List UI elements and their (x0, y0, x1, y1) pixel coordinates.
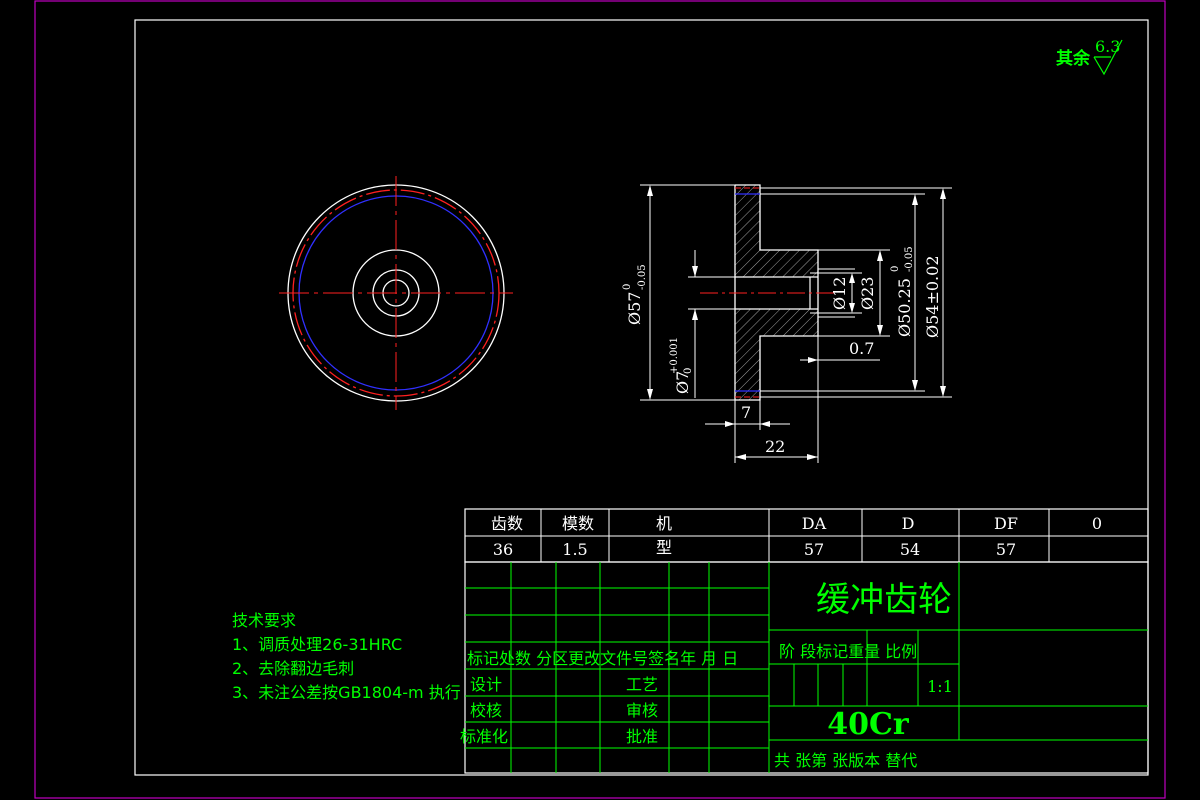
dim-d50-tol-upper: 0 (890, 266, 901, 272)
gear-front-view (279, 176, 513, 410)
dim-d12-text: Ø12 (830, 277, 849, 310)
scale-value: 1:1 (927, 677, 953, 696)
dim-d50-tol-lower: -0.05 (904, 246, 915, 272)
gear-table-header: 0 (1092, 514, 1102, 533)
cad-drawing: 其余 6.3 Ø57 0 -0.05 Ø7 +0.001 0 Ø12 Ø23 Ø… (34, 0, 1166, 799)
gear-table-header: 模数 (562, 514, 594, 533)
material-value: 40Cr (827, 707, 910, 742)
dim-d50-text: Ø50.25 (895, 278, 914, 337)
gear-table-header: 齿数 (491, 514, 523, 533)
gear-table-value: 57 (804, 540, 824, 559)
dim-len7-text: 7 (741, 403, 751, 422)
dim-d23-text: Ø23 (858, 277, 877, 310)
check-label: 校核 (470, 701, 502, 720)
standardize-label: 标准化 (460, 727, 508, 746)
dim-chamfer-text: 0.7 (849, 339, 874, 358)
part-name: 缓冲齿轮 (816, 580, 952, 620)
gear-table-value: 型 (656, 538, 672, 557)
stage-header: 阶 段标记重量 比例 (779, 642, 917, 661)
gear-table-header: DA (802, 514, 827, 533)
revision-header: 标记处数 分区更改文件号签名年 月 日 (467, 649, 738, 668)
roughness-label: 其余 (1056, 48, 1091, 69)
roughness-value: 6.3 (1095, 37, 1120, 56)
roughness-symbol: 其余 6.3 (1056, 37, 1123, 76)
sheet-footer: 共 张第 张版本 替代 (774, 751, 917, 770)
gear-table-header: D (902, 514, 915, 533)
tech-requirement-item: 3、未注公差按GB1804-m 执行 (232, 683, 461, 702)
approve-label: 批准 (626, 727, 658, 746)
dim-d57-tol-upper: 0 (622, 284, 633, 290)
process-label: 工艺 (626, 675, 658, 694)
tech-requirement-item: 2、去除翻边毛刺 (232, 659, 354, 678)
title-block: 缓冲齿轮 标记处数 分区更改文件号签名年 月 日 阶 段标记重量 比例 1:1 … (460, 561, 1149, 774)
gear-parameter-table: 齿数 模数 机 DA D DF 0 36 1.5 型 57 54 57 (464, 508, 1149, 563)
gear-table-value: 54 (900, 540, 920, 559)
gear-table-value: 1.5 (562, 540, 587, 559)
gear-table-header: DF (994, 514, 1018, 533)
tech-requirements: 技术要求 1、调质处理26-31HRC 2、去除翻边毛刺 3、未注公差按GB18… (232, 611, 461, 702)
design-label: 设计 (470, 675, 502, 694)
dim-d57-text: Ø57 (625, 292, 644, 325)
tech-requirement-item: 1、调质处理26-31HRC (232, 635, 402, 654)
dim-d57-tol-lower: -0.05 (637, 264, 648, 290)
gear-table-value: 57 (996, 540, 1016, 559)
tech-requirements-title: 技术要求 (232, 611, 296, 630)
gear-table-header: 机 (656, 514, 672, 533)
dim-d7-tol-lower: 0 (683, 368, 694, 374)
dim-d7-tol-upper: +0.001 (669, 337, 680, 374)
review-label: 审核 (626, 701, 658, 720)
gear-table-value: 36 (493, 540, 513, 559)
dim-d54-text: Ø54±0.02 (923, 255, 942, 338)
dim-len22-text: 22 (765, 437, 785, 456)
